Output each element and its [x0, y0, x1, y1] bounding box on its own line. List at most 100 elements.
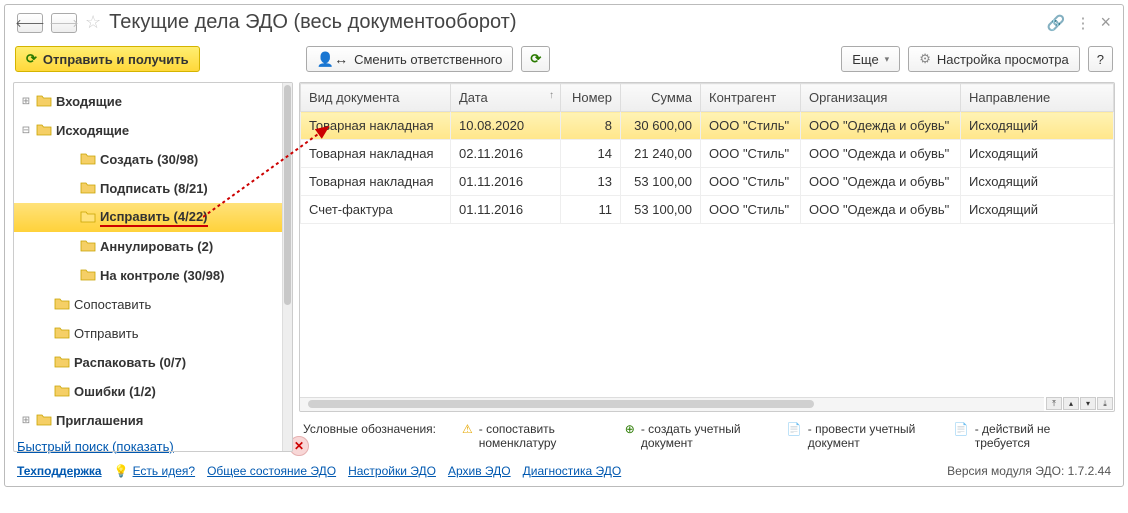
cell-number: 11: [561, 196, 621, 224]
cell-number: 14: [561, 140, 621, 168]
gear-icon: ⚙: [919, 51, 931, 67]
cell-org: ООО "Одежда и обувь": [801, 168, 961, 196]
edo-settings-link[interactable]: Настройки ЭДО: [348, 464, 436, 478]
cell-counterparty: ООО "Стиль": [701, 140, 801, 168]
cell-doc-type: Счет-фактура: [301, 196, 451, 224]
folder-icon: [36, 412, 52, 429]
tree-item-label: Подписать (8/21): [100, 181, 208, 196]
folder-tree[interactable]: ⊞Входящие ⊟ Исходящие Создать (30/98) Подпис…: [13, 82, 293, 452]
table-row[interactable]: Товарная накладная 10.08.2020 8 30 600,0…: [301, 112, 1114, 140]
change-responsible-button[interactable]: 👤↔ Сменить ответственного: [306, 46, 514, 72]
view-settings-label: Настройка просмотра: [937, 52, 1069, 67]
idea-link[interactable]: Есть идея?: [133, 464, 196, 478]
scroll-bottom-icon[interactable]: ⤓: [1097, 397, 1113, 410]
table-row[interactable]: Товарная накладная 01.11.2016 13 53 100,…: [301, 168, 1114, 196]
tree-item[interactable]: ⊞ Приглашения: [14, 406, 292, 435]
tree-toggle-icon[interactable]: ⊟: [20, 125, 32, 136]
tree-item[interactable]: Создать (30/98): [14, 145, 292, 174]
person-swap-icon: 👤↔: [317, 51, 348, 68]
table-row[interactable]: Счет-фактура 01.11.2016 11 53 100,00 ООО…: [301, 196, 1114, 224]
col-doc-type[interactable]: Вид документа: [301, 84, 451, 112]
folder-icon: [54, 325, 70, 342]
cell-org: ООО "Одежда и обувь": [801, 196, 961, 224]
tree-scrollbar[interactable]: [282, 83, 292, 451]
tree-item-label: Ошибки (1/2): [74, 384, 156, 399]
cell-date: 01.11.2016: [451, 168, 561, 196]
document-icon: 📄: [954, 422, 969, 436]
folder-icon: [80, 209, 96, 226]
nav-back-button[interactable]: 🡐: [17, 13, 43, 33]
col-counterparty[interactable]: Контрагент: [701, 84, 801, 112]
cell-direction: Исходящий: [961, 140, 1114, 168]
folder-icon: [80, 238, 96, 255]
scroll-down-icon[interactable]: ▾: [1080, 397, 1096, 410]
nav-forward-button[interactable]: 🡒: [51, 13, 77, 33]
table-row[interactable]: Товарная накладная 02.11.2016 14 21 240,…: [301, 140, 1114, 168]
col-sum[interactable]: Сумма: [621, 84, 701, 112]
scroll-up-icon[interactable]: ▴: [1063, 397, 1079, 410]
cell-sum: 21 240,00: [621, 140, 701, 168]
cell-doc-type: Товарная накладная: [301, 140, 451, 168]
page-title: Текущие дела ЭДО (весь документооборот): [109, 11, 1039, 34]
cell-sum: 53 100,00: [621, 168, 701, 196]
tree-item[interactable]: На контроле (30/98): [14, 261, 292, 290]
cell-sum: 30 600,00: [621, 112, 701, 140]
tree-item-label: Отправить: [74, 326, 138, 341]
tree-item[interactable]: Сопоставить: [14, 290, 292, 319]
support-link[interactable]: Техподдержка: [17, 464, 102, 478]
horizontal-scrollbar[interactable]: [300, 397, 1044, 411]
view-settings-button[interactable]: ⚙ Настройка просмотра: [908, 46, 1080, 72]
tree-item-label: Аннулировать (2): [100, 239, 213, 254]
tree-item[interactable]: Исправить (4/22): [14, 203, 292, 232]
plus-circle-icon: ⊕: [625, 422, 635, 436]
favorite-star-icon[interactable]: ☆: [85, 12, 101, 33]
help-button[interactable]: ?: [1088, 46, 1113, 72]
tree-item-label: На контроле (30/98): [100, 268, 224, 283]
refresh-icon: ⟳: [26, 51, 37, 67]
col-org[interactable]: Организация: [801, 84, 961, 112]
legend-create: - создать учетный документ: [641, 422, 761, 450]
tree-item[interactable]: Аннулировать (2): [14, 232, 292, 261]
refresh-icon: ⟳: [530, 51, 541, 67]
module-version: Версия модуля ЭДО: 1.7.2.44: [947, 464, 1111, 478]
sort-asc-icon: ↑: [549, 90, 554, 101]
send-receive-label: Отправить и получить: [43, 52, 189, 67]
col-direction[interactable]: Направление: [961, 84, 1114, 112]
tree-item[interactable]: Ошибки (1/2): [14, 377, 292, 406]
tree-item-label: Распаковать (0/7): [74, 355, 186, 370]
folder-icon: [80, 267, 96, 284]
folder-icon: [54, 354, 70, 371]
tree-item[interactable]: ⊞Входящие: [14, 87, 292, 116]
cell-org: ООО "Одежда и обувь": [801, 140, 961, 168]
tree-item[interactable]: ⊟ Исходящие: [14, 116, 292, 145]
tree-item-label: Создать (30/98): [100, 152, 198, 167]
edo-diag-link[interactable]: Диагностика ЭДО: [523, 464, 622, 478]
refresh-button[interactable]: ⟳: [521, 46, 550, 72]
tree-item-label: Исходящие: [56, 123, 129, 138]
cell-org: ООО "Одежда и обувь": [801, 112, 961, 140]
tree-item[interactable]: Распаковать (0/7): [14, 348, 292, 377]
tree-item[interactable]: Отправить: [14, 319, 292, 348]
col-number[interactable]: Номер: [561, 84, 621, 112]
edo-archive-link[interactable]: Архив ЭДО: [448, 464, 511, 478]
more-label: Еще: [852, 52, 878, 67]
cell-counterparty: ООО "Стиль": [701, 112, 801, 140]
folder-icon: [36, 93, 52, 110]
tree-toggle-icon[interactable]: ⊞: [20, 96, 32, 107]
close-icon[interactable]: ×: [1100, 12, 1111, 33]
tree-item-label: Приглашения: [56, 413, 143, 428]
link-icon[interactable]: 🔗: [1047, 14, 1066, 32]
tree-item[interactable]: Подписать (8/21): [14, 174, 292, 203]
document-check-icon: 📄: [787, 422, 802, 436]
send-receive-button[interactable]: ⟳ Отправить и получить: [15, 46, 200, 72]
scroll-top-icon[interactable]: ⤒: [1046, 397, 1062, 410]
documents-grid[interactable]: Вид документа Дата↑ Номер Сумма Контраге…: [299, 82, 1115, 412]
folder-icon: [36, 122, 52, 139]
edo-state-link[interactable]: Общее состояние ЭДО: [207, 464, 336, 478]
more-button[interactable]: Еще ▾: [841, 46, 900, 72]
more-vertical-icon[interactable]: ⋮: [1075, 14, 1090, 32]
warning-icon: ⚠: [462, 422, 473, 436]
lightbulb-icon: 💡: [114, 464, 129, 478]
tree-toggle-icon[interactable]: ⊞: [20, 415, 32, 426]
col-date[interactable]: Дата↑: [451, 84, 561, 112]
